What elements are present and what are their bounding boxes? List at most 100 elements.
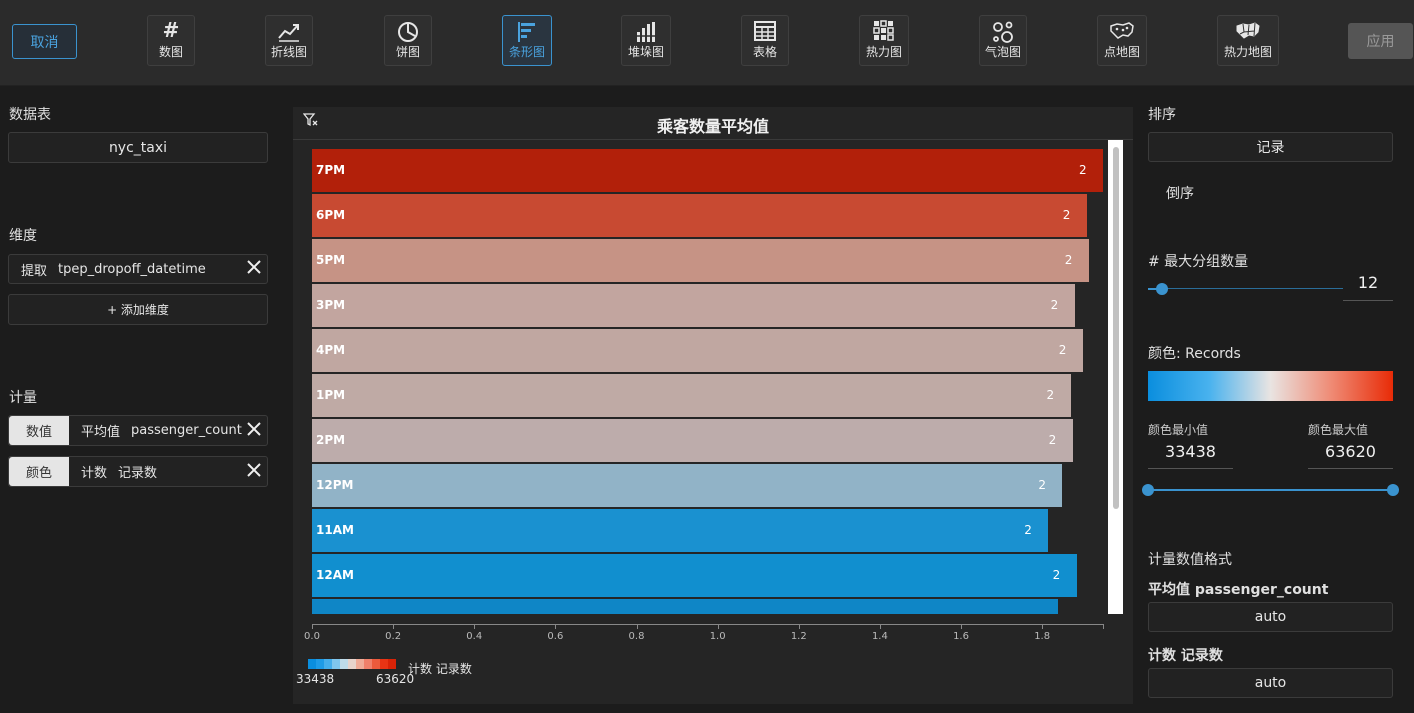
hash-icon: #	[162, 18, 180, 42]
max-groups-slider-track[interactable]	[1148, 288, 1343, 289]
x-tick-label: 0.4	[466, 631, 483, 642]
x-tick	[717, 624, 719, 629]
bar-value-label: 2	[1052, 568, 1061, 582]
color-min-input[interactable]: 33438	[1148, 442, 1233, 469]
max-groups-slider-knob[interactable]	[1155, 283, 1168, 295]
x-tick-label: 0.6	[547, 631, 564, 642]
sort-select[interactable]: 记录	[1148, 132, 1393, 162]
color-range-min-knob[interactable]	[1142, 484, 1154, 496]
bar-category-label: 4PM	[316, 343, 346, 357]
number-format-label: 平均值 passenger_count	[1148, 582, 1329, 598]
max-groups-input[interactable]: 12	[1343, 273, 1393, 301]
color-range-max-knob[interactable]	[1387, 484, 1399, 496]
chart-type-label: 条形图	[508, 45, 545, 59]
color-legend-min: 33438	[296, 672, 335, 686]
measure-color-field[interactable]: 颜色 计数 记录数	[8, 456, 268, 487]
x-tick-label: 1.8	[1034, 631, 1051, 642]
top-toolbar: 取消 # 数图 折线图 饼图 条形图 堆垛图 表格 热力图 气泡图 点地图 热力…	[0, 0, 1414, 86]
dimension-field[interactable]: 提取 tpep_dropoff_datetime	[8, 254, 268, 284]
remove-dimension-icon[interactable]	[247, 260, 261, 278]
chart-type-label: 点地图	[1103, 45, 1140, 59]
chart-type-label: 热力图	[865, 45, 902, 59]
sort-title: 排序	[1148, 107, 1176, 123]
color-legend-swatch	[340, 659, 348, 669]
measure-tag-value[interactable]: 数值	[9, 416, 69, 445]
dimension-extract-label: 提取	[21, 263, 48, 279]
measure-value-field[interactable]: 数值 平均值 passenger_count	[8, 415, 268, 446]
x-tick	[798, 624, 800, 629]
color-max-label: 颜色最大值	[1308, 423, 1369, 437]
x-tick	[474, 624, 476, 629]
apply-button[interactable]: 应用	[1348, 23, 1413, 59]
bar-value-label: 2	[1062, 208, 1071, 222]
remove-measure-icon[interactable]	[247, 421, 261, 440]
bar[interactable]	[312, 419, 1073, 462]
bar[interactable]	[312, 599, 1059, 614]
chart-title: 乘客数量平均值	[656, 117, 769, 136]
chart-type-label: 表格	[752, 45, 777, 59]
datasource-select[interactable]: nyc_taxi	[8, 132, 268, 163]
chart-type-stacked[interactable]: 堆垛图	[621, 15, 671, 66]
bar[interactable]	[312, 554, 1077, 597]
x-tick	[1042, 624, 1044, 629]
sort-order-toggle[interactable]: 倒序	[1166, 183, 1194, 203]
chart-panel: 乘客数量平均值 7PM 2 6PM 2 5PM 2 3PM 2 4PM 2 1PM 2 2PM 2 12PM…	[293, 107, 1133, 704]
remove-measure-icon[interactable]	[247, 462, 261, 481]
bar[interactable]	[312, 194, 1087, 237]
bar[interactable]	[312, 149, 1103, 192]
bar[interactable]	[312, 509, 1049, 552]
bar-value-label: 2	[1050, 298, 1059, 312]
color-gradient-bar	[1148, 371, 1393, 401]
measure-agg: 计数	[81, 466, 108, 481]
x-tick	[393, 624, 395, 629]
x-tick-label: 0.0	[304, 631, 320, 642]
number-format-label: 计数 记录数	[1148, 648, 1223, 664]
bar-category-label: 11AM	[316, 523, 354, 537]
add-dimension-button[interactable]: + 添加维度	[8, 294, 268, 325]
bar[interactable]	[312, 329, 1083, 372]
pie-chart-icon	[385, 20, 431, 44]
measure-tag-color[interactable]: 颜色	[9, 457, 69, 486]
chart-type-table[interactable]: 表格	[741, 15, 789, 66]
bar-value-label: 2	[1058, 343, 1067, 357]
chart-type-line[interactable]: 折线图	[265, 15, 313, 66]
bar-category-label: 3PM	[316, 298, 346, 312]
add-dimension-label: + 添加维度	[107, 303, 169, 317]
measure-field-name: passenger_count	[131, 423, 242, 438]
color-legend-swatch	[324, 659, 332, 669]
x-tick-label: 0.2	[385, 631, 402, 642]
bar[interactable]	[312, 284, 1075, 327]
x-tick	[555, 624, 557, 629]
bar[interactable]	[312, 374, 1071, 417]
chart-type-pie[interactable]: 饼图	[384, 15, 432, 66]
chart-type-bubble[interactable]: 气泡图	[979, 15, 1027, 66]
bar-category-label: 1PM	[316, 388, 346, 402]
color-legend-swatch	[372, 659, 380, 669]
color-range-slider[interactable]	[1148, 489, 1393, 491]
number-format-input[interactable]: auto	[1148, 668, 1393, 698]
x-axis-line	[312, 624, 1103, 625]
datasource-title: 数据表	[9, 107, 51, 123]
bar[interactable]	[312, 239, 1089, 282]
color-legend-title: 计数 记录数	[408, 662, 472, 676]
chart-type-label: 堆垛图	[627, 45, 664, 59]
chart-type-heatmap-geo[interactable]: 热力地图	[1217, 15, 1279, 66]
chart-type-number[interactable]: # 数图	[147, 15, 195, 66]
chart-scrollbar-thumb[interactable]	[1113, 147, 1119, 509]
chart-type-heat[interactable]: 热力图	[859, 15, 909, 66]
number-format-value: auto	[1254, 675, 1287, 691]
datasource-value: nyc_taxi	[108, 139, 168, 156]
dimension-field-name: tpep_dropoff_datetime	[58, 261, 206, 277]
x-tick-label: 1.2	[790, 631, 807, 642]
line-chart-icon	[266, 20, 312, 42]
cancel-button[interactable]: 取消	[12, 24, 77, 59]
number-format-input[interactable]: auto	[1148, 602, 1393, 632]
color-legend-swatch	[364, 659, 372, 669]
max-groups-title: # 最大分组数量	[1148, 254, 1249, 270]
chart-type-pointmap[interactable]: 点地图	[1097, 15, 1147, 66]
x-tick	[879, 624, 881, 629]
chart-type-bar[interactable]: 条形图	[502, 15, 552, 66]
bar[interactable]	[312, 464, 1063, 507]
x-tick	[1103, 624, 1104, 629]
color-max-input[interactable]: 63620	[1308, 442, 1393, 469]
